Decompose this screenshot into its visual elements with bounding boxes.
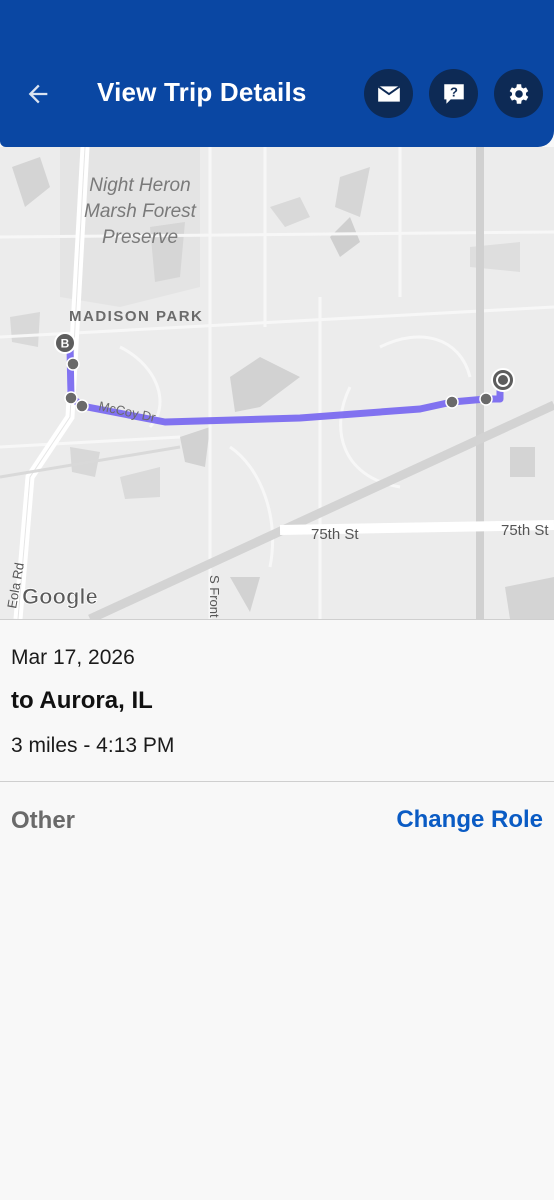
svg-text:?: ? [450,84,458,99]
trip-role: Other [11,807,76,834]
divider [0,619,554,620]
google-attribution-logo: Google [22,584,98,609]
settings-icon [509,83,528,104]
map-label-street: S Front [207,575,222,618]
divider [0,781,554,782]
back-button[interactable] [18,76,58,112]
map-label-neighborhood: MADISON PARK [69,308,203,325]
trip-map[interactable]: B Night Heron Marsh Forest Preserve MADI… [0,147,554,619]
map-label-preserve-3: Preserve [102,227,178,248]
route-point [445,395,459,409]
map-label-preserve-1: Night Heron [89,175,190,196]
app-header: View Trip Details ? [0,0,554,147]
map-label-street: 75th St [311,526,359,543]
end-marker[interactable] [491,368,515,392]
route-point [75,399,89,413]
route-point [64,391,78,405]
map-label-street: 75th St [501,522,549,539]
svg-text:B: B [61,337,70,351]
help-icon: ? [443,83,464,104]
messages-button[interactable] [364,69,413,118]
route-point [479,392,493,406]
back-arrow-icon [28,84,48,104]
help-button[interactable]: ? [429,69,478,118]
trip-distance-time: 3 miles - 4:13 PM [11,734,175,757]
route-point [66,357,80,371]
map-label-preserve-2: Marsh Forest [84,201,197,222]
trip-date: Mar 17, 2026 [11,646,135,669]
map-canvas: B Night Heron Marsh Forest Preserve MADI… [0,147,554,619]
mail-icon [377,85,400,102]
settings-button[interactable] [494,69,543,118]
start-marker[interactable]: B [54,332,76,354]
page-title: View Trip Details [97,77,307,107]
change-role-button[interactable]: Change Role [396,806,543,834]
trip-destination: to Aurora, IL [11,687,153,714]
